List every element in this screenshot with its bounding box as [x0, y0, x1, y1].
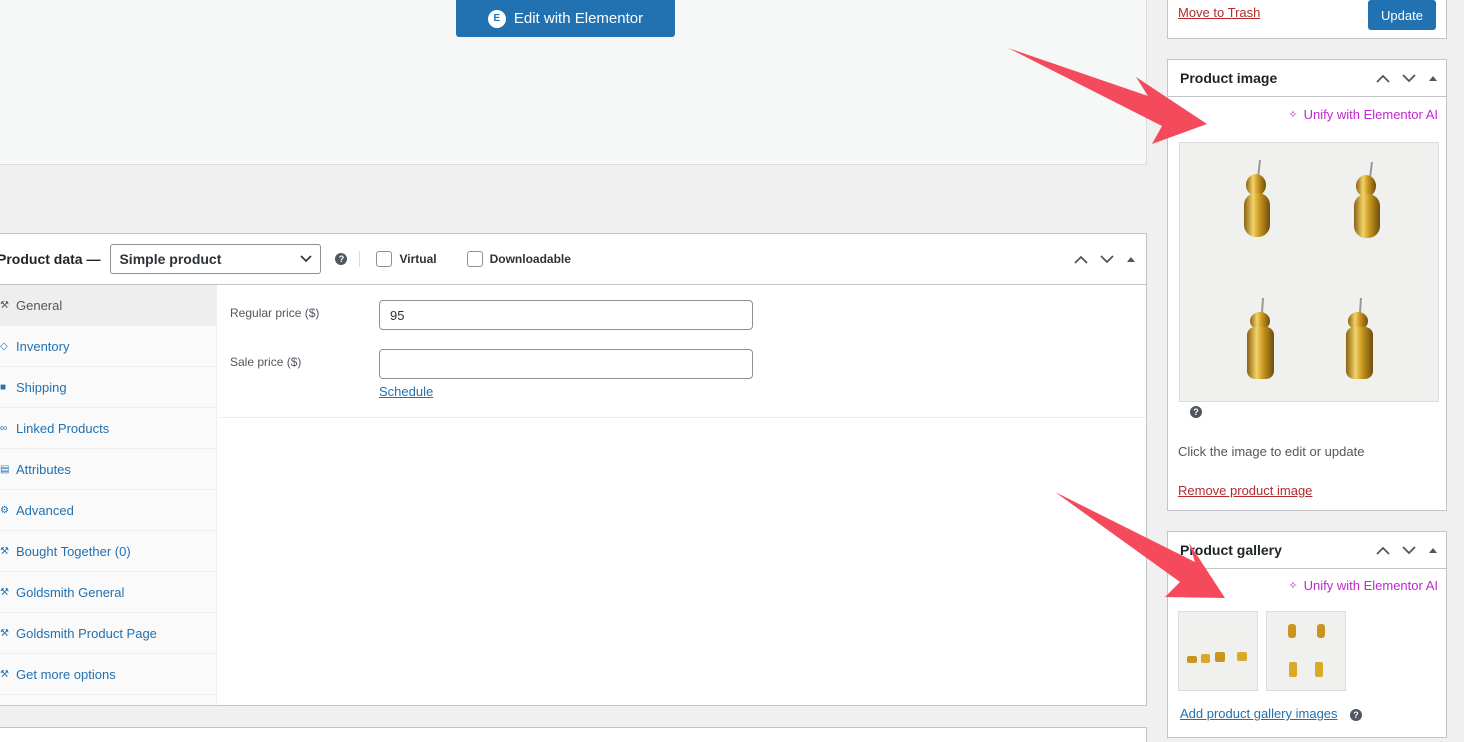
tab-linked-products[interactable]: ∞ Linked Products — [0, 408, 216, 449]
tab-label: Goldsmith General — [16, 584, 125, 600]
sale-price-label: Sale price ($) — [230, 355, 302, 369]
tab-inventory[interactable]: ◇ Inventory — [0, 326, 216, 367]
tab-label: Get more options — [16, 666, 116, 682]
chevron-down-icon — [300, 255, 313, 263]
product-image-box: Product image ✧ Unify with Elementor AI — [1167, 59, 1447, 511]
edit-with-elementor-label: Edit with Elementor — [513, 10, 644, 27]
schedule-link[interactable]: Schedule — [379, 384, 433, 399]
tab-advanced[interactable]: ⚙ Advanced — [0, 490, 216, 531]
update-button[interactable]: Update — [1368, 0, 1436, 30]
tab-goldsmith-product-page[interactable]: ⚒ Goldsmith Product Page — [0, 613, 216, 654]
checkbox-box[interactable] — [376, 251, 393, 267]
product-data-tabs: ⚒ General ◇ Inventory ■ Shipping ∞ Linke… — [0, 285, 217, 705]
truck-icon: ■ — [0, 381, 7, 393]
tab-attributes[interactable]: ▤ Attributes — [0, 449, 216, 490]
regular-price-label: Regular price ($) — [230, 306, 320, 320]
tab-bought-together[interactable]: ⚒ Bought Together (0) — [0, 531, 216, 572]
help-icon[interactable]: ? — [1350, 709, 1362, 721]
editor-area: E Edit with Elementor — [0, 0, 1147, 165]
help-icon[interactable]: ? — [1190, 406, 1202, 418]
chevron-down-icon[interactable] — [1100, 254, 1114, 264]
wrench-icon: ⚒ — [0, 627, 9, 639]
product-image-header: Product image — [1168, 60, 1446, 97]
collapse-triangle-icon[interactable] — [1428, 75, 1438, 82]
elementor-icon: E — [487, 9, 506, 28]
add-gallery-images-link[interactable]: Add product gallery images — [1180, 706, 1338, 721]
collapse-triangle-icon[interactable] — [1126, 256, 1136, 263]
help-icon[interactable]: ? — [335, 253, 348, 265]
product-gallery-header: Product gallery — [1168, 532, 1446, 569]
divider — [359, 251, 361, 267]
gold-earrings-image — [1267, 612, 1345, 690]
tab-label: Attributes — [16, 461, 71, 477]
unify-elementor-ai-link[interactable]: ✧ Unify with Elementor AI — [1288, 578, 1438, 593]
downloadable-checkbox[interactable]: Downloadable — [466, 251, 571, 267]
product-data-panel: Product data — Simple product ? Virtual … — [0, 233, 1147, 706]
tab-get-more-options[interactable]: ⚒ Get more options — [0, 654, 216, 695]
ai-link-label: Unify with Elementor AI — [1303, 578, 1438, 593]
chevron-up-icon[interactable] — [1376, 74, 1390, 83]
gear-icon: ⚙ — [0, 504, 9, 516]
chevron-up-icon[interactable] — [1074, 255, 1088, 264]
gold-earrings-image — [1180, 143, 1438, 401]
gallery-thumbnail[interactable] — [1178, 611, 1258, 691]
checkbox-box[interactable] — [466, 251, 483, 267]
tab-shipping[interactable]: ■ Shipping — [0, 367, 216, 408]
tab-label: Bought Together (0) — [16, 543, 131, 559]
gold-earrings-side-image — [1179, 612, 1257, 690]
sparkle-icon: ✧ — [1288, 580, 1298, 592]
panel-controls — [1376, 532, 1438, 568]
wrench-icon: ⚒ — [0, 668, 9, 680]
product-data-header: Product data — Simple product ? Virtual … — [0, 234, 1146, 285]
ai-link-label: Unify with Elementor AI — [1303, 107, 1438, 122]
product-gallery-title: Product gallery — [1180, 542, 1282, 558]
general-fields: Regular price ($) 95 Sale price ($) Sche… — [218, 285, 1146, 418]
downloadable-label: Downloadable — [489, 252, 571, 266]
gallery-thumbnail[interactable] — [1266, 611, 1346, 691]
product-image-title: Product image — [1180, 70, 1278, 86]
list-icon: ▤ — [0, 463, 10, 475]
panel-controls — [1074, 234, 1136, 284]
tab-label: Linked Products — [16, 420, 110, 436]
tab-goldsmith-general[interactable]: ⚒ Goldsmith General — [0, 572, 216, 613]
chevron-down-icon[interactable] — [1402, 545, 1416, 555]
tag-icon: ◇ — [0, 340, 8, 352]
tab-label: General — [16, 297, 63, 313]
link-icon: ∞ — [0, 422, 8, 434]
virtual-label: Virtual — [399, 252, 437, 266]
tab-label: Advanced — [16, 502, 74, 518]
unify-elementor-ai-link[interactable]: ✧ Unify with Elementor AI — [1288, 107, 1438, 122]
chevron-down-icon[interactable] — [1402, 73, 1416, 83]
tab-general[interactable]: ⚒ General — [0, 285, 216, 326]
product-gallery-box: Product gallery ✧ Unify with Elementor A… — [1167, 531, 1447, 738]
tab-label: Inventory — [16, 338, 70, 354]
product-type-value: Simple product — [119, 251, 222, 267]
tab-label: Goldsmith Product Page — [16, 625, 157, 641]
move-to-trash-link[interactable]: Move to Trash — [1178, 5, 1260, 20]
wrench-icon: ⚒ — [0, 586, 9, 598]
collapse-triangle-icon[interactable] — [1428, 547, 1438, 554]
wrench-icon: ⚒ — [0, 545, 9, 557]
product-main-image[interactable] — [1179, 142, 1439, 402]
chevron-up-icon[interactable] — [1376, 546, 1390, 555]
wrench-icon: ⚒ — [0, 299, 9, 311]
sparkle-icon: ✧ — [1288, 109, 1298, 121]
regular-price-input[interactable]: 95 — [379, 300, 753, 330]
remove-product-image-link[interactable]: Remove product image — [1178, 483, 1312, 498]
tab-label: Shipping — [16, 379, 67, 395]
edit-with-elementor-button[interactable]: E Edit with Elementor — [456, 0, 675, 37]
sale-price-input[interactable] — [379, 349, 753, 379]
publish-box: Move to Trash Update — [1167, 0, 1447, 39]
panel-controls — [1376, 60, 1438, 96]
product-type-select[interactable]: Simple product — [110, 244, 322, 274]
product-data-title: Product data — — [0, 251, 101, 267]
virtual-checkbox[interactable]: Virtual — [376, 251, 437, 267]
next-metabox — [0, 727, 1147, 742]
image-edit-note: Click the image to edit or update — [1178, 444, 1365, 459]
